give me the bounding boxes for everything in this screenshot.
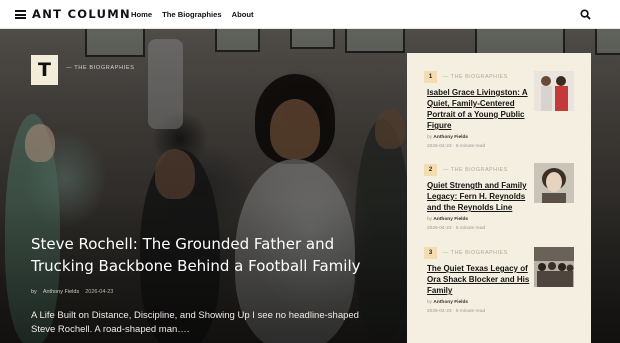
rank-number: 1 <box>424 71 437 83</box>
sidebar-thumbnail[interactable] <box>534 163 574 203</box>
site-header: ANT COLUMN Home The Biographies About <box>0 0 620 29</box>
hero-category[interactable]: — THE BIOGRAPHIES <box>66 65 135 71</box>
sidebar-article-2[interactable]: 2 — THE BIOGRAPHIES Quiet Strength and F… <box>407 160 591 242</box>
sidebar-category[interactable]: — THE BIOGRAPHIES <box>443 250 508 256</box>
nav-about[interactable]: About <box>232 10 254 19</box>
sidebar-title[interactable]: Quiet Strength and Family Legacy: Fern H… <box>427 180 540 213</box>
rank-number: 2 <box>424 164 437 176</box>
sidebar-category[interactable]: — THE BIOGRAPHIES <box>443 74 508 80</box>
sidebar-article-1[interactable]: 1 — THE BIOGRAPHIES Isabel Grace Livings… <box>407 67 591 149</box>
sidebar-title[interactable]: Isabel Grace Livingston: A Quiet, Family… <box>427 87 540 131</box>
sidebar-meta: by Anthony Fields <box>427 300 469 305</box>
sidebar-meta: by Anthony Fields <box>427 135 469 140</box>
site-logo[interactable]: ANT COLUMN <box>32 7 131 21</box>
category-badge: T <box>31 55 58 85</box>
sidebar-article-3[interactable]: 3 — THE BIOGRAPHIES The Quiet Texas Lega… <box>407 243 591 325</box>
author-link[interactable]: Anthony Fields <box>433 135 468 140</box>
main-nav: Home The Biographies About <box>131 10 254 19</box>
byline-prefix: by <box>31 289 37 295</box>
author-link[interactable]: Anthony Fields <box>433 217 468 222</box>
sidebar-date-read: 2026-04-23 · 6 minute read <box>427 144 486 149</box>
sidebar-thumbnail[interactable] <box>534 247 574 287</box>
sidebar-date-read: 2026-04-23 · 6 minute read <box>427 309 486 314</box>
search-icon[interactable] <box>580 9 591 20</box>
sidebar-meta: by Anthony Fields <box>427 217 469 222</box>
nav-home[interactable]: Home <box>131 10 152 19</box>
popular-articles-sidebar: 1 — THE BIOGRAPHIES Isabel Grace Livings… <box>407 53 591 343</box>
hero-excerpt: A Life Built on Distance, Discipline, an… <box>31 310 359 335</box>
sidebar-date-read: 2026-04-23 · 5 minute read <box>427 226 486 231</box>
author-link[interactable]: Anthony Fields <box>43 289 79 295</box>
hero-title[interactable]: Steve Rochell: The Grounded Father and T… <box>31 233 376 277</box>
hamburger-menu-icon[interactable] <box>15 10 26 19</box>
publish-date: 2026-04-23 <box>85 289 114 295</box>
sidebar-thumbnail[interactable] <box>534 71 574 111</box>
hero-meta: by Anthony Fields 2026-04-23 <box>31 289 113 295</box>
author-link[interactable]: Anthony Fields <box>433 300 468 305</box>
rank-number: 3 <box>424 247 437 259</box>
nav-the-biographies[interactable]: The Biographies <box>162 10 222 19</box>
sidebar-title[interactable]: The Quiet Texas Legacy of Ora Shack Bloc… <box>427 263 540 296</box>
sidebar-category[interactable]: — THE BIOGRAPHIES <box>443 167 508 173</box>
